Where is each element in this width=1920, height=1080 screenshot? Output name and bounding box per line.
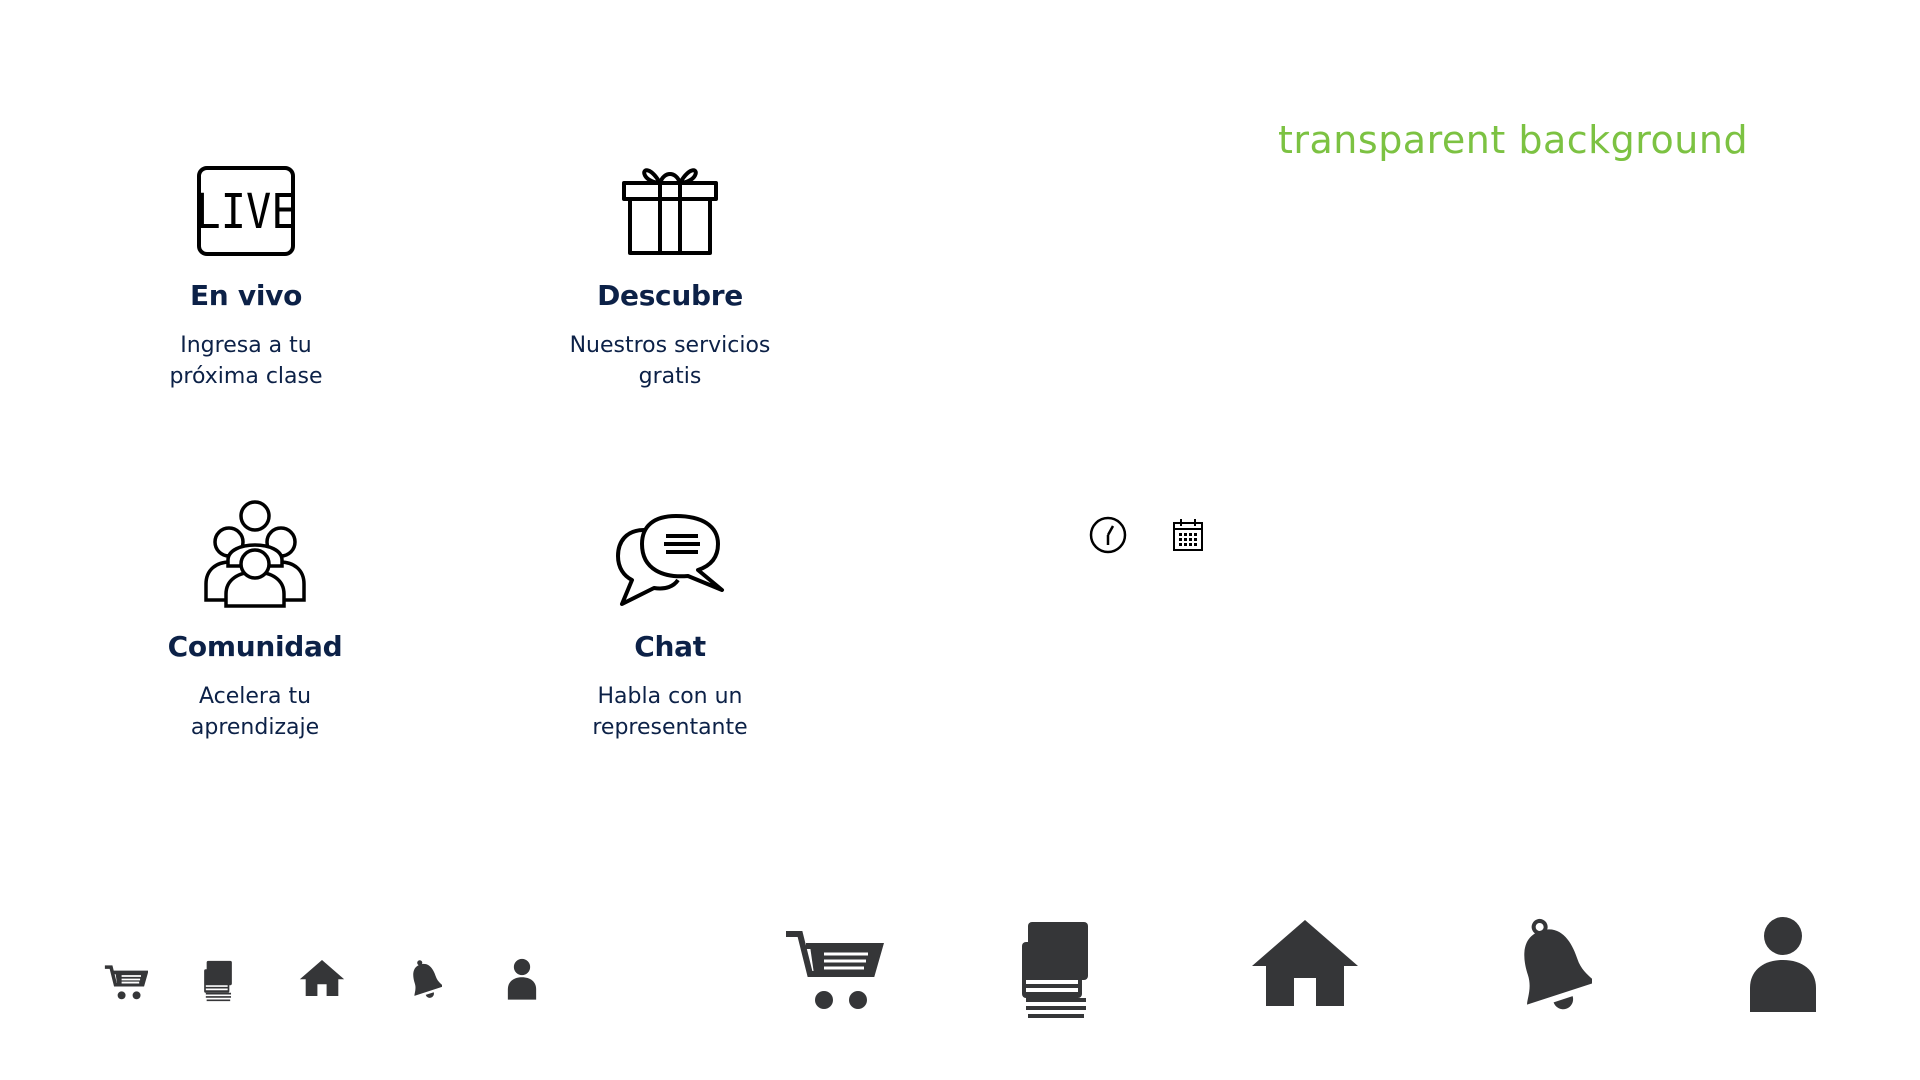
book-icon[interactable]	[1020, 920, 1090, 1020]
bell-icon[interactable]	[408, 958, 442, 1000]
clock-icon	[1089, 516, 1127, 554]
cart-icon[interactable]	[784, 930, 884, 1010]
cart-icon[interactable]	[104, 965, 148, 1001]
card-title: Comunidad	[167, 630, 343, 663]
community-icon	[204, 500, 306, 608]
chat-icon	[616, 514, 724, 606]
user-icon[interactable]	[1748, 916, 1818, 1012]
card-description: Nuestros servicios gratis	[569, 333, 771, 389]
card-en-vivo[interactable]: LIVE En vivo Ingresa a tu próxima clase	[96, 165, 396, 392]
card-chat[interactable]: Chat Habla con un representante	[520, 512, 820, 743]
user-icon[interactable]	[507, 958, 537, 1000]
bell-icon[interactable]	[1512, 917, 1592, 1013]
gift-icon	[622, 168, 718, 255]
book-icon[interactable]	[203, 960, 233, 1002]
card-description: Acelera tu aprendizaje	[190, 684, 320, 740]
svg-text:LIVE: LIVE	[196, 183, 296, 240]
card-descubre[interactable]: Descubre Nuestros servicios gratis	[520, 157, 820, 392]
transparent-background-label: transparent background	[1278, 118, 1749, 162]
home-icon[interactable]	[1250, 917, 1360, 1009]
card-title: Chat	[634, 630, 706, 663]
home-icon[interactable]	[299, 958, 345, 998]
card-description: Habla con un representante	[592, 684, 748, 740]
card-title: Descubre	[597, 279, 743, 312]
card-description: Ingresa a tu próxima clase	[169, 333, 323, 389]
calendar-icon	[1173, 519, 1203, 551]
live-icon: LIVE	[196, 166, 296, 256]
card-title: En vivo	[189, 279, 303, 312]
card-comunidad[interactable]: Comunidad Acelera tu aprendizaje	[105, 500, 405, 743]
